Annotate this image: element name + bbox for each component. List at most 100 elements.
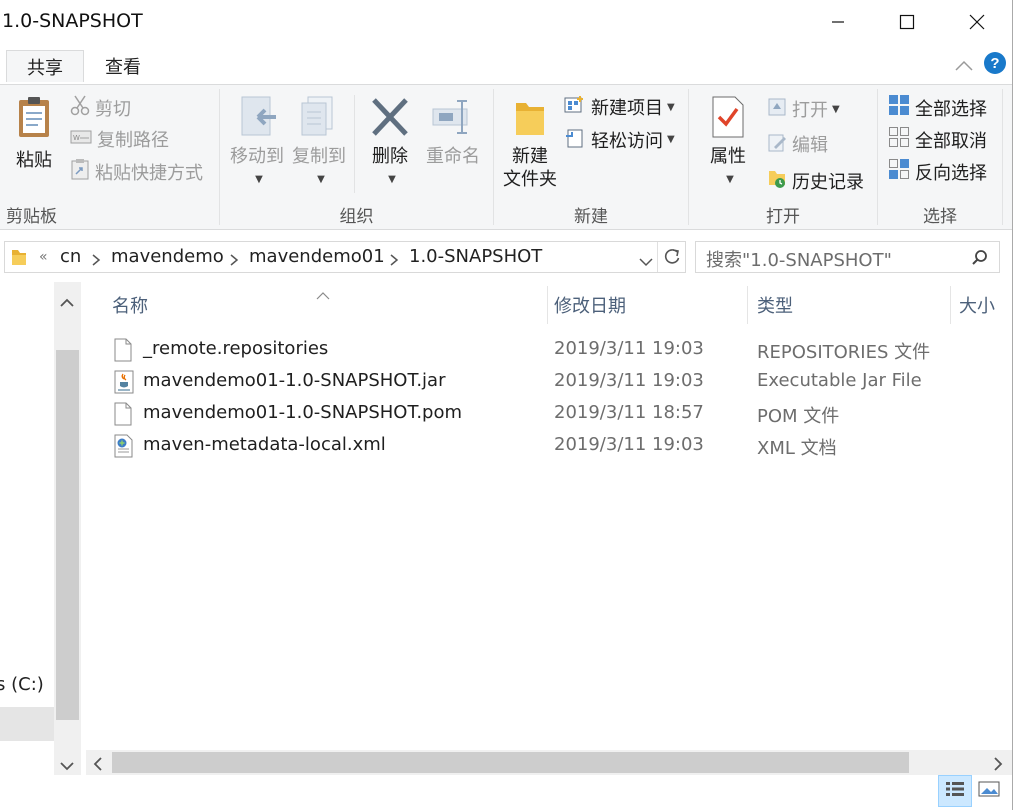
new-folder-label-line2: 文件夹 [503,169,557,190]
large-icons-view-icon [978,780,1000,803]
easy-access-dropdown-icon: ▼ [667,134,675,145]
navigation-pane: s (C:) [0,282,82,775]
move-to-button[interactable]: 移动到 ▼ [226,95,288,191]
copy-path-icon: W [70,129,92,150]
breadcrumb-overflow[interactable]: « [39,249,48,265]
group-label-select: 选择 [923,207,957,227]
new-folder-button[interactable]: 新建 文件夹 [500,95,560,191]
open-icon [767,97,787,122]
column-header-date[interactable]: 修改日期 [554,292,626,318]
group-label-organize: 组织 [339,207,374,227]
scroll-up-chevron-icon[interactable] [60,292,74,313]
minimize-button[interactable] [803,0,873,44]
close-button[interactable] [942,0,1012,44]
nav-item-selected[interactable] [0,707,54,741]
rename-button[interactable]: 重命名 [422,95,484,168]
new-folder-label-line1: 新建 [512,146,548,167]
tab-view[interactable]: 查看 [88,50,158,82]
new-item-icon [564,95,586,120]
scroll-left-chevron-icon[interactable] [93,755,103,776]
folder-small-icon [11,247,27,272]
column-divider[interactable] [950,286,951,324]
new-item-label: 新建项目 [591,98,663,119]
details-view-button[interactable] [938,775,972,807]
easy-access-button[interactable]: 轻松访问 ▼ [564,126,675,153]
edit-pencil-icon [767,132,787,157]
select-all-label: 全部选择 [915,98,987,120]
file-row[interactable]: maven-metadata-local.xml 2019/3/11 19:03… [86,430,1013,462]
group-label-new: 新建 [574,207,608,227]
new-item-button[interactable]: 新建项目 ▼ [564,94,675,120]
column-header-name[interactable]: 名称 [112,292,148,318]
scroll-right-chevron-icon[interactable] [993,755,1003,776]
search-input[interactable]: 搜索"1.0-SNAPSHOT" [706,246,892,272]
properties-button[interactable]: 属性 ▼ [697,95,759,191]
paste-shortcut-label: 粘贴快捷方式 [95,162,203,184]
copy-to-button[interactable]: 复制到 ▼ [288,95,350,191]
file-row[interactable]: _remote.repositories 2019/3/11 19:03 REP… [86,334,1013,366]
search-box[interactable]: 搜索"1.0-SNAPSHOT" [695,241,1000,273]
chevron-right-icon[interactable] [91,251,101,272]
address-bar[interactable]: « cn mavendemo mavendemo01 1.0-SNAPSHOT [4,241,686,273]
address-history-chevron-down-icon[interactable] [639,251,653,272]
file-row[interactable]: mavendemo01-1.0-SNAPSHOT.pom 2019/3/11 1… [86,398,1013,430]
title-bar: 1.0-SNAPSHOT [0,0,1013,44]
address-divider [657,242,658,272]
nav-vertical-scrollbar[interactable] [54,282,81,775]
refresh-icon[interactable] [663,248,681,271]
collapse-ribbon-chevron-up-icon[interactable] [955,56,973,77]
breadcrumb-1-0-snapshot[interactable]: 1.0-SNAPSHOT [409,246,542,267]
large-icons-view-button[interactable] [972,775,1006,807]
nav-scroll-thumb[interactable] [56,350,79,720]
horizontal-scroll-thumb[interactable] [112,752,909,773]
paste-shortcut-button[interactable]: 粘贴快捷方式 [70,158,203,185]
breadcrumb-cn[interactable]: cn [60,246,81,267]
nav-item-drive-c[interactable]: s (C:) [0,674,44,695]
file-name[interactable]: mavendemo01-1.0-SNAPSHOT.pom [143,402,462,423]
breadcrumb-mavendemo01[interactable]: mavendemo01 [249,246,385,267]
maximize-button[interactable] [872,0,942,44]
file-date: 2019/3/11 19:03 [554,434,704,455]
tab-share[interactable]: 共享 [6,50,84,82]
column-divider[interactable] [547,286,548,324]
file-date: 2019/3/11 18:57 [554,402,704,423]
copy-to-label: 复制到 [292,146,346,167]
open-dropdown-icon: ▼ [832,103,840,115]
file-type: XML 文档 [757,438,837,459]
file-name[interactable]: mavendemo01-1.0-SNAPSHOT.jar [143,370,445,391]
open-button[interactable]: 打开 ▼ [767,96,840,122]
file-row[interactable]: mavendemo01-1.0-SNAPSHOT.jar 2019/3/11 1… [86,366,1013,398]
edit-button[interactable]: 编辑 [767,131,828,157]
column-header-type[interactable]: 类型 [757,292,793,318]
file-type: Executable Jar File [757,370,922,391]
scroll-down-chevron-icon[interactable] [60,755,74,776]
select-all-icon [888,94,910,121]
move-to-label: 移动到 [230,146,284,167]
column-header-size[interactable]: 大小 [959,292,995,318]
breadcrumb-mavendemo[interactable]: mavendemo [111,246,224,267]
file-horizontal-scrollbar[interactable] [86,750,1013,775]
ribbon-group-select: 全部选择 全部取消 反向选择 选择 [878,85,1002,229]
file-date: 2019/3/11 19:03 [554,338,704,359]
file-name[interactable]: _remote.repositories [143,338,328,359]
select-none-button[interactable]: 全部取消 [888,126,987,153]
sort-ascending-chevron-icon [316,284,330,305]
copy-path-button[interactable]: W 复制路径 [70,126,169,152]
column-divider[interactable] [747,286,748,324]
file-type: REPOSITORIES 文件 [757,342,931,363]
ribbon: 粘贴 剪切 W 复制路径 粘贴快捷方式 剪贴板 移动到 ▼ 复制到 ▼ 删除 ▼… [0,84,1013,230]
cut-button[interactable]: 剪切 [70,94,131,121]
address-row: « cn mavendemo mavendemo01 1.0-SNAPSHOT … [0,230,1013,282]
blank-file-icon [114,338,132,367]
paste-button[interactable]: 粘贴 [12,95,56,172]
chevron-right-icon[interactable] [229,251,239,272]
chevron-right-icon[interactable] [389,251,399,272]
search-icon[interactable] [971,249,989,272]
ribbon-group-new: 新建 文件夹 新建项目 ▼ 轻松访问 ▼ 新建 [494,85,688,229]
select-all-button[interactable]: 全部选择 [888,94,987,121]
invert-selection-button[interactable]: 反向选择 [888,158,987,185]
history-button[interactable]: 历史记录 [767,167,864,194]
help-icon[interactable]: ? [984,52,1006,74]
file-name[interactable]: maven-metadata-local.xml [143,434,386,455]
delete-button[interactable]: 删除 ▼ [362,95,418,191]
